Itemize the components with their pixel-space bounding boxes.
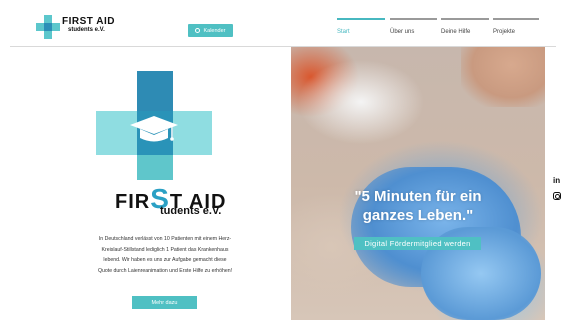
logo-line-2: students e.V. bbox=[68, 27, 105, 33]
hero-image: "5 Minuten für ein ganzes Leben." Digita… bbox=[291, 47, 545, 320]
big-logo-line-2: tudents e.V. bbox=[160, 205, 222, 217]
site-header: FIRST AID students e.V. Kalender Start Ü… bbox=[0, 0, 566, 46]
logo-line-1: FIRST AID bbox=[62, 16, 116, 27]
nav-deine-hilfe[interactable]: Deine Hilfe bbox=[441, 18, 489, 42]
nav-projekte-label: Projekte bbox=[493, 29, 516, 35]
graduation-cap-icon bbox=[130, 116, 178, 142]
logo-text: FIRST AID students e.V. bbox=[62, 17, 122, 34]
instagram-icon[interactable] bbox=[553, 192, 561, 200]
calendar-button[interactable]: Kalender bbox=[188, 24, 233, 37]
nav-ueber-uns[interactable]: Über uns bbox=[390, 18, 437, 42]
nav-ueber-uns-label: Über uns bbox=[390, 29, 415, 35]
calendar-button-label: Kalender bbox=[203, 27, 226, 34]
hero-quote-line-2: ganzes Leben." bbox=[362, 207, 474, 224]
cross-bottom-bar bbox=[137, 155, 173, 180]
more-button[interactable]: Mehr dazu bbox=[132, 296, 197, 309]
calendar-icon bbox=[195, 28, 201, 33]
cross-logo-icon bbox=[36, 15, 60, 39]
membership-button[interactable]: Digital Fördermitglied werden bbox=[354, 237, 481, 250]
cross-top-bar bbox=[137, 71, 173, 111]
hero-hand bbox=[461, 47, 545, 107]
big-logo-fir: FIR bbox=[115, 191, 151, 213]
hero-quote: "5 Minuten für ein ganzes Leben." bbox=[291, 187, 545, 225]
nav-deine-hilfe-label: Deine Hilfe bbox=[441, 29, 471, 35]
nav-projekte[interactable]: Projekte bbox=[493, 18, 539, 42]
linkedin-icon[interactable]: in bbox=[553, 176, 560, 185]
intro-text: In Deutschland verlässt von 10 Patienten… bbox=[97, 236, 233, 274]
hero-quote-line-1: "5 Minuten für ein bbox=[354, 188, 482, 205]
nav-start-label: Start bbox=[337, 29, 350, 35]
nav-start[interactable]: Start bbox=[337, 18, 385, 42]
